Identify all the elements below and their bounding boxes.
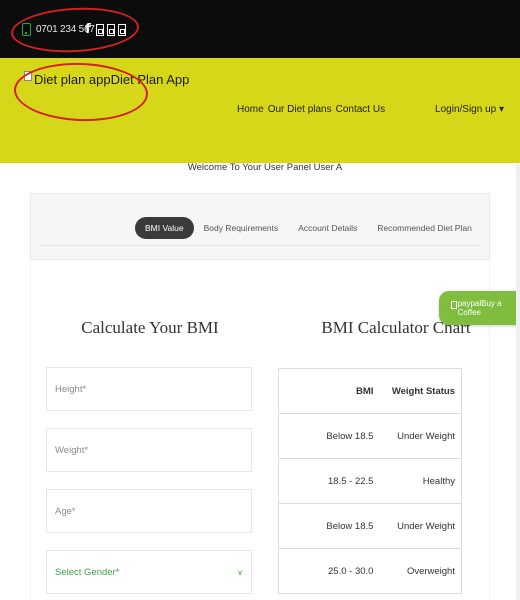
tab-recommended-diet-plan[interactable]: Recommended Diet Plan xyxy=(367,217,482,239)
gender-select-label: Select Gender* xyxy=(55,566,120,578)
buy-coffee-button[interactable]: paypalBuy a Coffee xyxy=(439,291,520,325)
table-row: 25.0 - 30.0 Overweight xyxy=(279,549,461,594)
scrollbar[interactable] xyxy=(516,163,520,600)
tab-account-details[interactable]: Account Details xyxy=(288,217,367,239)
table-row: 18.5 - 22.5 Healthy xyxy=(279,459,461,504)
table-cell-bmi: Below 18.5 xyxy=(326,520,374,532)
tabs-panel: BMI Value Body Requirements Account Deta… xyxy=(30,193,490,260)
tab-bmi-value[interactable]: BMI Value xyxy=(135,217,194,239)
table-cell-bmi: 18.5 - 22.5 xyxy=(328,475,374,487)
weight-input[interactable]: Weight* xyxy=(46,428,252,472)
tab-body-requirements[interactable]: Body Requirements xyxy=(194,217,289,239)
login-dropdown[interactable]: Login/Sign up ▾ xyxy=(435,104,504,115)
tab-bar: BMI Value Body Requirements Account Deta… xyxy=(135,217,482,239)
nav-link-home[interactable]: Home xyxy=(237,104,264,115)
table-cell-bmi: 25.0 - 30.0 xyxy=(328,565,374,577)
table-cell-status: Under Weight xyxy=(397,430,455,442)
top-bar: 0701 234 567 f xyxy=(0,0,520,58)
broken-image-icon xyxy=(451,301,457,309)
table-header-weight-status: Weight Status xyxy=(391,385,455,397)
nav-links: Home Our Diet plans Contact Us xyxy=(237,104,385,115)
age-input[interactable]: Age* xyxy=(46,489,252,533)
table-cell-status: Overweight xyxy=(406,565,455,577)
table-row: Below 18.5 Under Weight xyxy=(279,504,461,549)
bmi-chart-table: BMI Weight Status Below 18.5 Under Weigh… xyxy=(278,368,462,594)
table-header-row: BMI Weight Status xyxy=(279,369,461,414)
table-cell-bmi: Below 18.5 xyxy=(326,430,374,442)
divider xyxy=(39,245,481,246)
table-header-bmi: BMI xyxy=(356,385,374,397)
annotation-circle xyxy=(9,4,141,56)
table-cell-status: Healthy xyxy=(422,475,455,487)
welcome-heading: Welcome To Your User Panel User A xyxy=(187,162,343,173)
gender-select[interactable]: Select Gender* ∨ xyxy=(46,550,252,594)
calculator-title: Calculate Your BMI xyxy=(81,318,219,337)
nav-link-contact[interactable]: Contact Us xyxy=(336,104,385,115)
table-cell-status: Under Weight xyxy=(397,520,455,532)
height-input[interactable]: Height* xyxy=(46,367,252,411)
nav-link-diet-plans[interactable]: Our Diet plans xyxy=(268,104,332,115)
chevron-down-icon: ∨ xyxy=(237,567,243,577)
table-row: Below 18.5 Under Weight xyxy=(279,414,461,459)
buy-coffee-label: paypalBuy a Coffee xyxy=(457,299,502,317)
